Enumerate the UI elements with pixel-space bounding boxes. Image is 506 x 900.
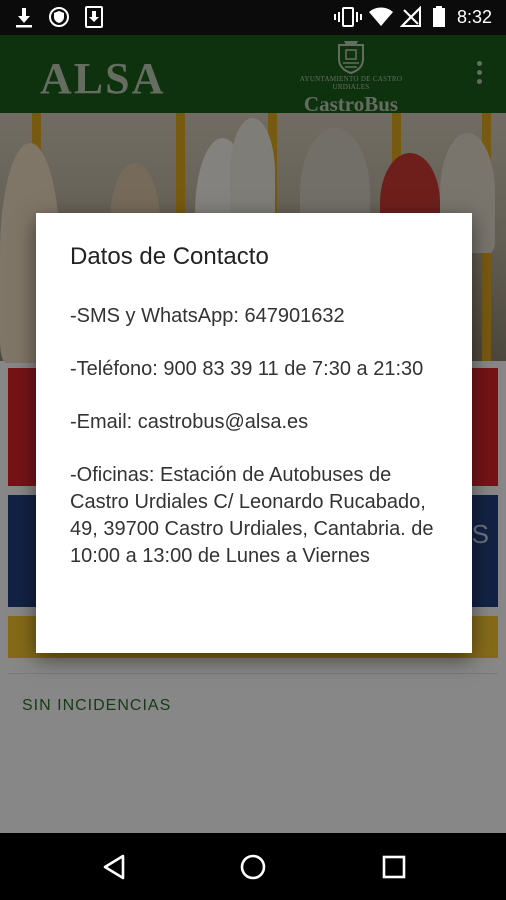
contact-dialog: Datos de Contacto -SMS y WhatsApp: 64790… — [36, 213, 472, 653]
dialog-title: Datos de Contacto — [70, 243, 269, 270]
battery-icon — [432, 6, 446, 28]
no-signal-icon — [400, 6, 422, 28]
vibrate-icon — [334, 6, 362, 28]
download-icon — [14, 6, 34, 28]
offices-line: -Oficinas: Estación de Autobuses de Cast… — [70, 464, 434, 567]
email-line: -Email: castrobus@alsa.es — [70, 411, 309, 433]
recents-icon[interactable] — [378, 851, 410, 883]
sms-whatsapp-line: -SMS y WhatsApp: 647901632 — [70, 305, 345, 327]
phone-line: -Teléfono: 900 83 39 11 de 7:30 a 21:30 — [70, 358, 424, 380]
save-icon — [84, 6, 104, 28]
home-icon[interactable] — [237, 851, 269, 883]
wifi-icon — [368, 6, 394, 28]
navigation-bar — [0, 833, 506, 900]
status-bar: 8:32 — [0, 0, 506, 35]
shield-icon — [48, 6, 70, 28]
clock: 8:32 — [456, 7, 492, 27]
back-icon[interactable] — [98, 851, 130, 883]
